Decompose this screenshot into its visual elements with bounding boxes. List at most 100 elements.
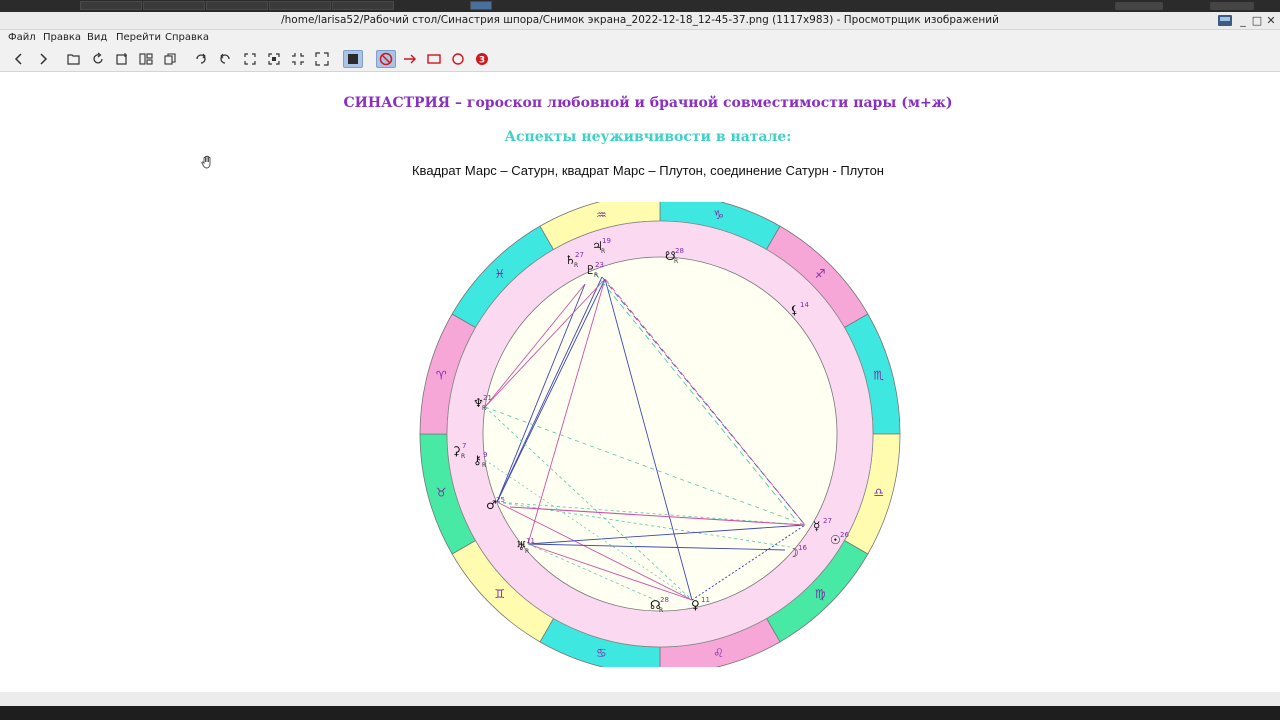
save-as-icon xyxy=(116,53,127,65)
aspects-text: Квадрат Марс – Сатурн, квадрат Марс – Пл… xyxy=(411,163,884,178)
save-as-button[interactable] xyxy=(112,50,132,68)
venus-icon: ♀ xyxy=(691,598,700,612)
rotate-right-button[interactable] xyxy=(191,50,211,68)
menu-view[interactable]: Вид xyxy=(87,32,107,43)
rectangle-tool-button[interactable] xyxy=(424,50,444,68)
number-tool-label: 3 xyxy=(479,56,485,66)
planet-degree: 14 xyxy=(800,301,809,309)
capricorn-sign-icon: ♑ xyxy=(713,208,724,222)
circle-tool-icon xyxy=(452,53,464,65)
aries-sign-icon: ♈ xyxy=(436,368,447,382)
planet-degree: 7 xyxy=(462,442,466,450)
reload-button[interactable] xyxy=(88,50,108,68)
maximize-button[interactable]: □ xyxy=(1250,14,1264,28)
zoom-out-button[interactable] xyxy=(288,50,308,68)
planet-degree: 19 xyxy=(602,237,611,245)
retrograde-mark: R xyxy=(461,453,465,460)
cancer-sign-icon: ♋ xyxy=(596,646,607,660)
reload-icon xyxy=(93,52,103,64)
forward-arrow-icon xyxy=(40,53,48,65)
planet-degree: 26 xyxy=(840,531,849,539)
fill-square-button[interactable] xyxy=(343,50,363,68)
rotate-left-icon xyxy=(220,53,230,64)
taskbar-window-tab[interactable] xyxy=(80,1,142,10)
close-button[interactable]: ✕ xyxy=(1264,14,1278,28)
forward-button[interactable] xyxy=(33,50,53,68)
fit-window-icon xyxy=(244,53,256,65)
taskbar-window-tab[interactable] xyxy=(143,1,205,10)
thumbnails-icon xyxy=(139,53,153,65)
hand-cursor-icon xyxy=(201,155,211,169)
fit-window-button[interactable] xyxy=(240,50,260,68)
planet-degree: 25 xyxy=(496,496,505,504)
natal-chart: ♑♐♏♎♍♌♋♊♉♈♓♒ ♄ 27R♃ 19R♇ 23R☋ 28R⚸ 14♆ 2… xyxy=(419,202,901,667)
planet-degree: 23 xyxy=(595,261,604,269)
taskbar-window-tab[interactable] xyxy=(269,1,331,10)
back-arrow-icon xyxy=(14,53,22,65)
taskbar-window-tab-active[interactable] xyxy=(470,1,492,10)
retrograde-mark: R xyxy=(525,548,529,555)
system-clock xyxy=(1210,2,1254,10)
rectangle-tool-icon xyxy=(427,54,441,64)
rotate-right-icon xyxy=(196,53,206,64)
open-button[interactable] xyxy=(64,50,84,68)
toolbar: 3 xyxy=(0,46,1280,72)
copy-icon xyxy=(164,53,176,65)
leo-sign-icon: ♌ xyxy=(713,646,724,660)
planet-degree: 28 xyxy=(660,596,669,604)
back-button[interactable] xyxy=(9,50,29,68)
scorpio-sign-icon: ♏ xyxy=(873,368,884,382)
open-folder-icon xyxy=(67,54,80,65)
thumbnails-button[interactable] xyxy=(136,50,156,68)
copy-button[interactable] xyxy=(160,50,180,68)
no-annotation-button[interactable] xyxy=(376,50,396,68)
retrograde-mark: R xyxy=(482,462,486,469)
image-view[interactable]: СИНАСТРИЯ – гороскоп любовной и брачной … xyxy=(0,72,1280,692)
libra-sign-icon: ♎ xyxy=(873,486,884,500)
mercury-icon: ☿ xyxy=(813,519,820,533)
arrow-tool-button[interactable] xyxy=(400,50,420,68)
heading-sub: Аспекты неуживчивости в натале: xyxy=(504,129,792,145)
chiron-icon: ⚷ xyxy=(473,453,482,467)
circle-tool-button[interactable] xyxy=(448,50,468,68)
desktop-taskbar xyxy=(0,0,1280,12)
retrograde-mark: R xyxy=(574,262,578,269)
zoom-in-icon xyxy=(268,53,280,65)
window-titlebar: /home/larisa52/Рабочий стол/Синастрия шп… xyxy=(0,12,1280,30)
fill-square-icon xyxy=(348,54,358,64)
lilith-icon: ⚸ xyxy=(790,303,799,317)
aquarius-sign-icon: ♒ xyxy=(596,208,607,222)
zoom-in-button[interactable] xyxy=(264,50,284,68)
menu-go[interactable]: Перейти xyxy=(116,32,161,43)
menu-help[interactable]: Справка xyxy=(165,32,209,43)
retrograde-mark: R xyxy=(594,272,598,279)
window-title: /home/larisa52/Рабочий стол/Синастрия шп… xyxy=(281,14,999,26)
heading-main: СИНАСТРИЯ – гороскоп любовной и брачной … xyxy=(343,95,953,111)
taskbar-window-tab[interactable] xyxy=(332,1,394,10)
planet-degree: 9 xyxy=(483,451,487,459)
menu-edit[interactable]: Правка xyxy=(43,32,81,43)
ceres-icon: ⚳ xyxy=(452,444,461,458)
status-strip xyxy=(0,692,1280,706)
sagittarius-sign-icon: ♐ xyxy=(815,267,826,281)
planet-degree: 11 xyxy=(701,596,710,604)
menu-file[interactable]: Файл xyxy=(8,32,36,43)
no-annotation-icon xyxy=(379,52,393,66)
window-bottom xyxy=(0,692,1280,720)
virgo-sign-icon: ♍ xyxy=(815,587,826,601)
retrograde-mark: R xyxy=(659,607,663,614)
gemini-sign-icon: ♊ xyxy=(494,587,505,601)
system-tray xyxy=(1115,2,1163,10)
menubar: Файл Правка Вид Перейти Справка xyxy=(0,30,1280,46)
fullscreen-icon xyxy=(315,52,329,66)
minimize-button[interactable]: _ xyxy=(1236,14,1250,28)
rotate-left-button[interactable] xyxy=(215,50,235,68)
pisces-sign-icon: ♓ xyxy=(494,267,505,281)
fullscreen-button[interactable] xyxy=(312,50,332,68)
number-tool-button[interactable]: 3 xyxy=(472,50,492,68)
taskbar-window-tab[interactable] xyxy=(206,1,268,10)
aspect-field xyxy=(482,256,838,612)
retrograde-mark: R xyxy=(482,405,486,412)
zoom-out-icon xyxy=(292,53,304,65)
retrograde-mark: R xyxy=(674,258,678,265)
